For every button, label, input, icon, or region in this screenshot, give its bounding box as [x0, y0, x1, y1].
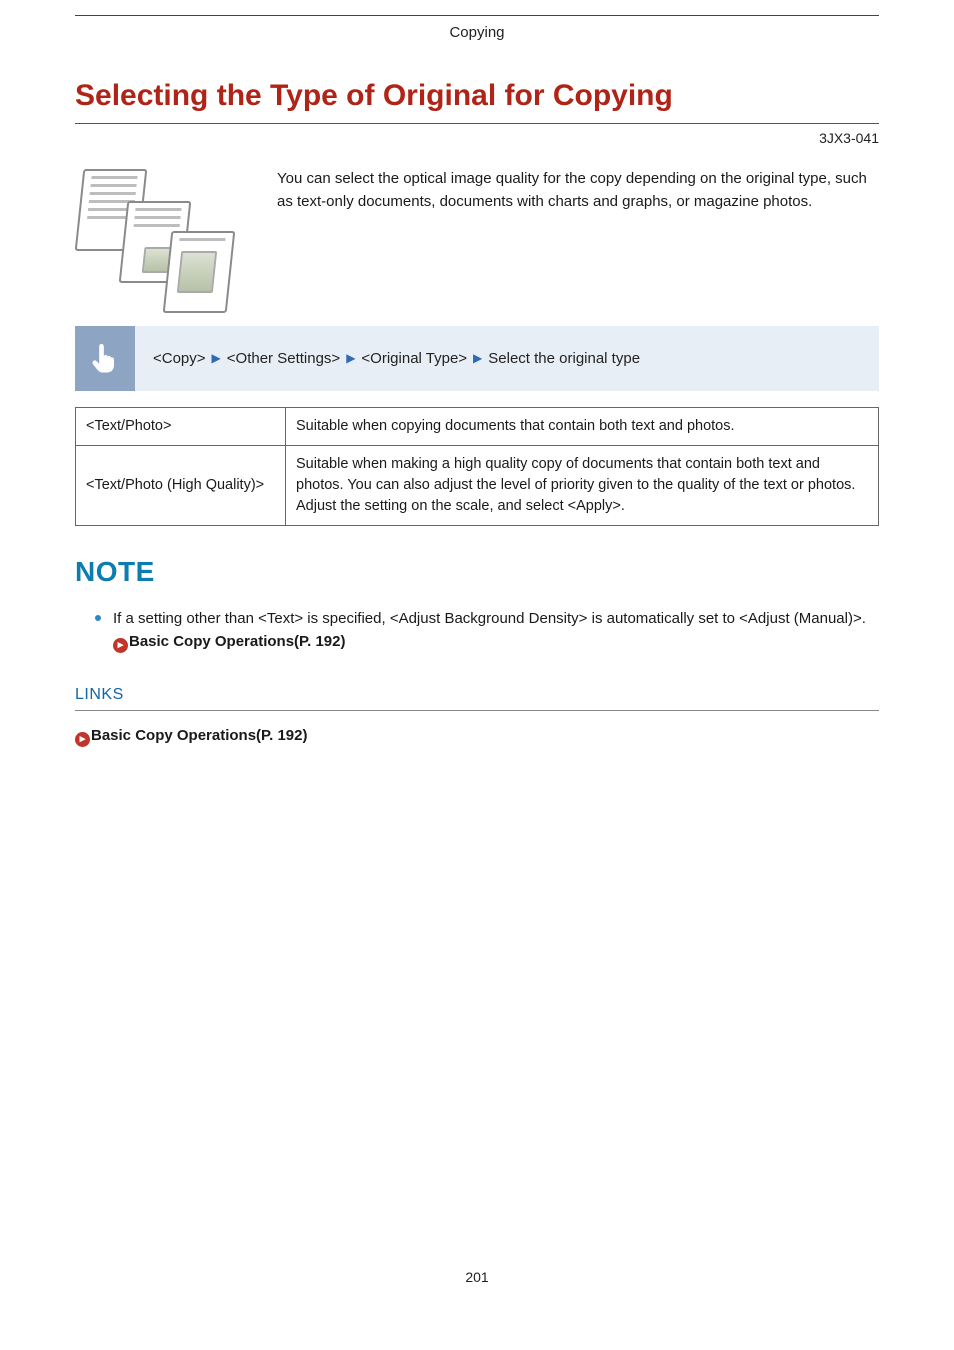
page-title: Selecting the Type of Original for Copyi… [75, 74, 879, 125]
step-select-type: Select the original type [488, 348, 640, 370]
intro-row: You can select the optical image quality… [75, 167, 879, 297]
chevron-right-icon: ▶ [212, 350, 221, 367]
section-header: Copying [75, 15, 879, 44]
links-item[interactable]: ▸Basic Copy Operations(P. 192) [75, 727, 307, 744]
step-original-type: <Original Type> [361, 348, 467, 370]
documents-stack-icon [75, 167, 235, 297]
type-label: <Text/Photo> [76, 408, 286, 446]
type-desc: Suitable when making a high quality copy… [286, 446, 879, 526]
hand-pointer-icon [75, 326, 135, 392]
table-row: <Text/Photo (High Quality)> Suitable whe… [76, 446, 879, 526]
original-types-table: <Text/Photo> Suitable when copying docum… [75, 407, 879, 526]
links-item-text: Basic Copy Operations(P. 192) [91, 727, 307, 744]
step-other-settings: <Other Settings> [227, 348, 340, 370]
chevron-right-icon: ▶ [346, 350, 355, 367]
table-row: <Text/Photo> Suitable when copying docum… [76, 408, 879, 446]
note-link-text: Basic Copy Operations(P. 192) [129, 633, 345, 650]
note-link[interactable]: ▸Basic Copy Operations(P. 192) [113, 633, 345, 650]
section-header-text: Copying [449, 24, 504, 41]
note-list: If a setting other than <Text> is specif… [75, 607, 879, 654]
type-desc: Suitable when copying documents that con… [286, 408, 879, 446]
link-arrow-icon: ▸ [113, 638, 128, 653]
operation-steps-band: <Copy> ▶ <Other Settings> ▶ <Original Ty… [75, 325, 879, 392]
type-label: <Text/Photo (High Quality)> [76, 446, 286, 526]
note-text: If a setting other than <Text> is specif… [113, 610, 866, 627]
note-item: If a setting other than <Text> is specif… [95, 607, 879, 654]
note-heading: NOTE [75, 552, 879, 593]
links-heading: LINKS [75, 683, 879, 710]
original-types-illustration [75, 167, 245, 297]
operation-steps-text: <Copy> ▶ <Other Settings> ▶ <Original Ty… [135, 326, 879, 392]
page-number: 201 [75, 1267, 879, 1287]
step-copy: <Copy> [153, 348, 206, 370]
chevron-right-icon: ▶ [473, 350, 482, 367]
link-arrow-icon: ▸ [75, 732, 90, 747]
intro-text: You can select the optical image quality… [277, 167, 879, 297]
links-row: ▸Basic Copy Operations(P. 192) [75, 725, 879, 747]
document-code: 3JX3-041 [75, 128, 879, 148]
